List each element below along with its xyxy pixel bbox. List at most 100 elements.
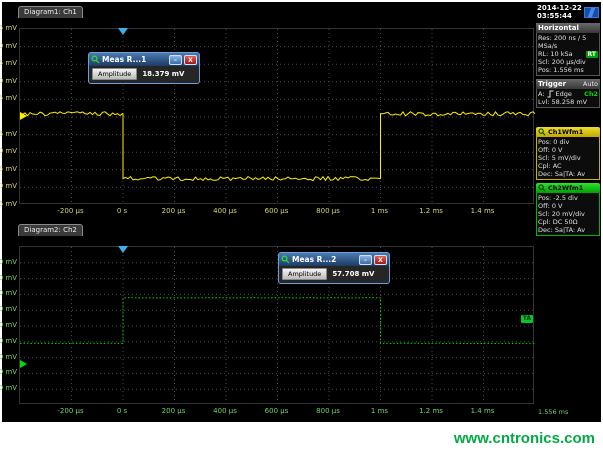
ch2wfm1-tab[interactable]: Ch2Wfm1 bbox=[536, 183, 600, 193]
y-axis-label: 20 mV bbox=[0, 42, 17, 50]
bottom-band: www.cntronics.com bbox=[0, 424, 603, 452]
ch1-offset-marker-icon[interactable] bbox=[20, 112, 27, 120]
x-axis-label: 0 s bbox=[117, 407, 127, 415]
trigger-title: Trigger bbox=[538, 80, 566, 88]
popup2-body: Amplitude 57.708 mV bbox=[279, 266, 389, 283]
info-line: Cpl: DC 50Ω bbox=[538, 218, 598, 226]
y-axis-label: -5 mV bbox=[0, 130, 17, 138]
record-length-value: RL: 10 kSa bbox=[538, 50, 573, 58]
y-axis-label: -10 mV bbox=[0, 147, 17, 155]
y-axis-label: -25 mV bbox=[0, 200, 17, 208]
time: 03:55:44 bbox=[537, 12, 582, 20]
x-axis-label: 1.4 ms bbox=[471, 207, 495, 215]
diagram2: Diagram2: Ch2 130 mV110 mV90 mV70 mV50 m… bbox=[2, 224, 535, 420]
y-axis-label: 10 mV bbox=[0, 353, 17, 361]
diagram1-y-axis: 25 mV20 mV15 mV10 mV5 mV-5 mV-10 mV-15 m… bbox=[2, 28, 18, 204]
popup1-body: Amplitude 18.379 mV bbox=[89, 66, 199, 83]
x-axis-label: 1 ms bbox=[371, 207, 388, 215]
info-line: Scl: 20 mV/div bbox=[538, 210, 598, 218]
y-axis-label: -15 mV bbox=[0, 165, 17, 173]
resolution-value: Res: 200 ns / 5 MSa/s bbox=[538, 34, 598, 50]
date: 2014-12-22 bbox=[537, 4, 582, 12]
datetime-box: 2014-12-22 03:55:44 bbox=[536, 4, 600, 20]
y-axis-label: 50 mV bbox=[0, 321, 17, 329]
y-axis-label: -30 mV bbox=[0, 384, 17, 392]
diagram2-grid: TA bbox=[19, 246, 534, 404]
diagram1-tab[interactable]: Diagram1: Ch1 bbox=[18, 6, 83, 18]
y-axis-label: 70 mV bbox=[0, 305, 17, 313]
x-axis-label: 0 s bbox=[117, 207, 127, 215]
trigger-panel-header[interactable]: Trigger Auto bbox=[536, 79, 600, 89]
x-axis-label: 1.2 ms bbox=[419, 407, 443, 415]
x-axis-label: 200 µs bbox=[162, 407, 186, 415]
x-axis-label: -200 µs bbox=[57, 207, 83, 215]
y-axis-label: 30 mV bbox=[0, 337, 17, 345]
popup2-titlebar[interactable]: Meas R...2 – X bbox=[279, 253, 389, 266]
y-axis-label: 15 mV bbox=[0, 59, 17, 67]
x-axis-label: 1.4 ms bbox=[471, 407, 495, 415]
ch2-waveform-panel[interactable]: Ch2Wfm1 Pos: -2.5 divOff: 0 VScl: 20 mV/… bbox=[536, 183, 600, 236]
x-axis-label: 200 µs bbox=[162, 207, 186, 215]
ch1wfm1-tab[interactable]: Ch1Wfm1 bbox=[536, 127, 600, 137]
timebase-position-value: Pos: 1.556 ms bbox=[538, 66, 598, 74]
minimize-button[interactable]: – bbox=[359, 255, 372, 265]
rohde-schwarz-logo-icon bbox=[584, 7, 599, 18]
popup1-title: Meas R...1 bbox=[102, 55, 167, 64]
y-axis-label: 130 mV bbox=[0, 258, 17, 266]
info-line: Off: 0 V bbox=[538, 202, 598, 210]
trigger-position-marker-icon[interactable] bbox=[118, 28, 128, 35]
trigger-mode: Auto bbox=[583, 80, 598, 88]
x-axis-label: 1 ms bbox=[371, 407, 388, 415]
trigger-type: Edge bbox=[556, 90, 572, 98]
magnifier-icon bbox=[281, 255, 290, 264]
ch2-settings: Pos: -2.5 divOff: 0 VScl: 20 mV/divCpl: … bbox=[536, 193, 600, 236]
magnifier-icon bbox=[91, 55, 100, 64]
info-line: Dec: Sa|TA: Av bbox=[538, 170, 598, 178]
measurement-param-label: Amplitude bbox=[92, 68, 137, 80]
screenshot-root: Diagram1: Ch1 25 mV 20 mV 15 mV 10 mV 5 mV -5… bbox=[0, 0, 603, 452]
x-axis-label: 400 µs bbox=[213, 407, 237, 415]
y-axis-label: -20 mV bbox=[0, 182, 17, 190]
measurement-value: 18.379 mV bbox=[142, 70, 184, 78]
ch2-offset-marker-icon[interactable] bbox=[20, 360, 27, 368]
popup2-title: Meas R...2 bbox=[292, 255, 357, 264]
y-axis-label: 5 mV bbox=[0, 94, 17, 102]
y-axis-label: 25 mV bbox=[0, 24, 17, 32]
x-axis-label: 600 µs bbox=[265, 207, 289, 215]
x-axis-label: -200 µs bbox=[57, 407, 83, 415]
popup1-titlebar[interactable]: Meas R...1 – X bbox=[89, 53, 199, 66]
sidebar: 2014-12-22 03:55:44 Horizontal Res: 200 … bbox=[535, 2, 601, 422]
close-button[interactable]: X bbox=[374, 255, 387, 265]
diagram2-tab[interactable]: Diagram2: Ch2 bbox=[18, 224, 83, 236]
ch1-waveform-panel[interactable]: Ch1Wfm1 Pos: 0 divOff: 0 VScl: 5 mV/divC… bbox=[536, 127, 600, 180]
trigger-level-value: Lvl: 58.258 mV bbox=[538, 98, 598, 106]
ch1-settings: Pos: 0 divOff: 0 VScl: 5 mV/divCpl: ACDe… bbox=[536, 137, 600, 180]
meas-result-popup-1[interactable]: Meas R...1 – X Amplitude 18.379 mV bbox=[88, 52, 200, 84]
rising-edge-icon bbox=[547, 90, 554, 98]
trigger-level-marker[interactable]: TA bbox=[521, 315, 533, 323]
minimize-button[interactable]: – bbox=[169, 55, 182, 65]
measurement-value: 57.708 mV bbox=[332, 270, 374, 278]
x-axis-label: 800 µs bbox=[316, 407, 340, 415]
oscilloscope-screen: Diagram1: Ch1 25 mV 20 mV 15 mV 10 mV 5 mV -5… bbox=[2, 2, 601, 422]
x-axis-label: 600 µs bbox=[265, 407, 289, 415]
info-line: Cpl: AC bbox=[538, 162, 598, 170]
meas-result-popup-2[interactable]: Meas R...2 – X Amplitude 57.708 mV bbox=[278, 252, 390, 284]
sidebar-spacer bbox=[536, 111, 600, 127]
ch2wfm1-label: Ch2Wfm1 bbox=[548, 184, 583, 193]
trigger-source: Ch2 bbox=[584, 90, 598, 98]
info-line: Pos: 0 div bbox=[538, 138, 598, 146]
x-axis-label: 400 µs bbox=[213, 207, 237, 215]
trigger-panel[interactable]: Trigger Auto A: Edge Ch2 Lvl: 58.258 mV bbox=[536, 79, 600, 108]
realtime-badge: RT bbox=[586, 51, 598, 58]
horizontal-panel-header[interactable]: Horizontal bbox=[536, 23, 600, 33]
x-axis-label: 1.2 ms bbox=[419, 207, 443, 215]
diagram1: Diagram1: Ch1 25 mV 20 mV 15 mV 10 mV 5 mV -5… bbox=[2, 6, 535, 220]
trigger-position-marker-icon[interactable] bbox=[118, 246, 128, 253]
horizontal-panel-body: Res: 200 ns / 5 MSa/s RL: 10 kSa RT Scl:… bbox=[536, 33, 600, 76]
diagram1-x-axis: -200 µs0 s200 µs400 µs600 µs800 µs1 ms1.… bbox=[19, 207, 534, 217]
close-button[interactable]: X bbox=[184, 55, 197, 65]
horizontal-panel[interactable]: Horizontal Res: 200 ns / 5 MSa/s RL: 10 … bbox=[536, 23, 600, 76]
y-axis-label: 10 mV bbox=[0, 77, 17, 85]
y-axis-label: 110 mV bbox=[0, 274, 17, 282]
